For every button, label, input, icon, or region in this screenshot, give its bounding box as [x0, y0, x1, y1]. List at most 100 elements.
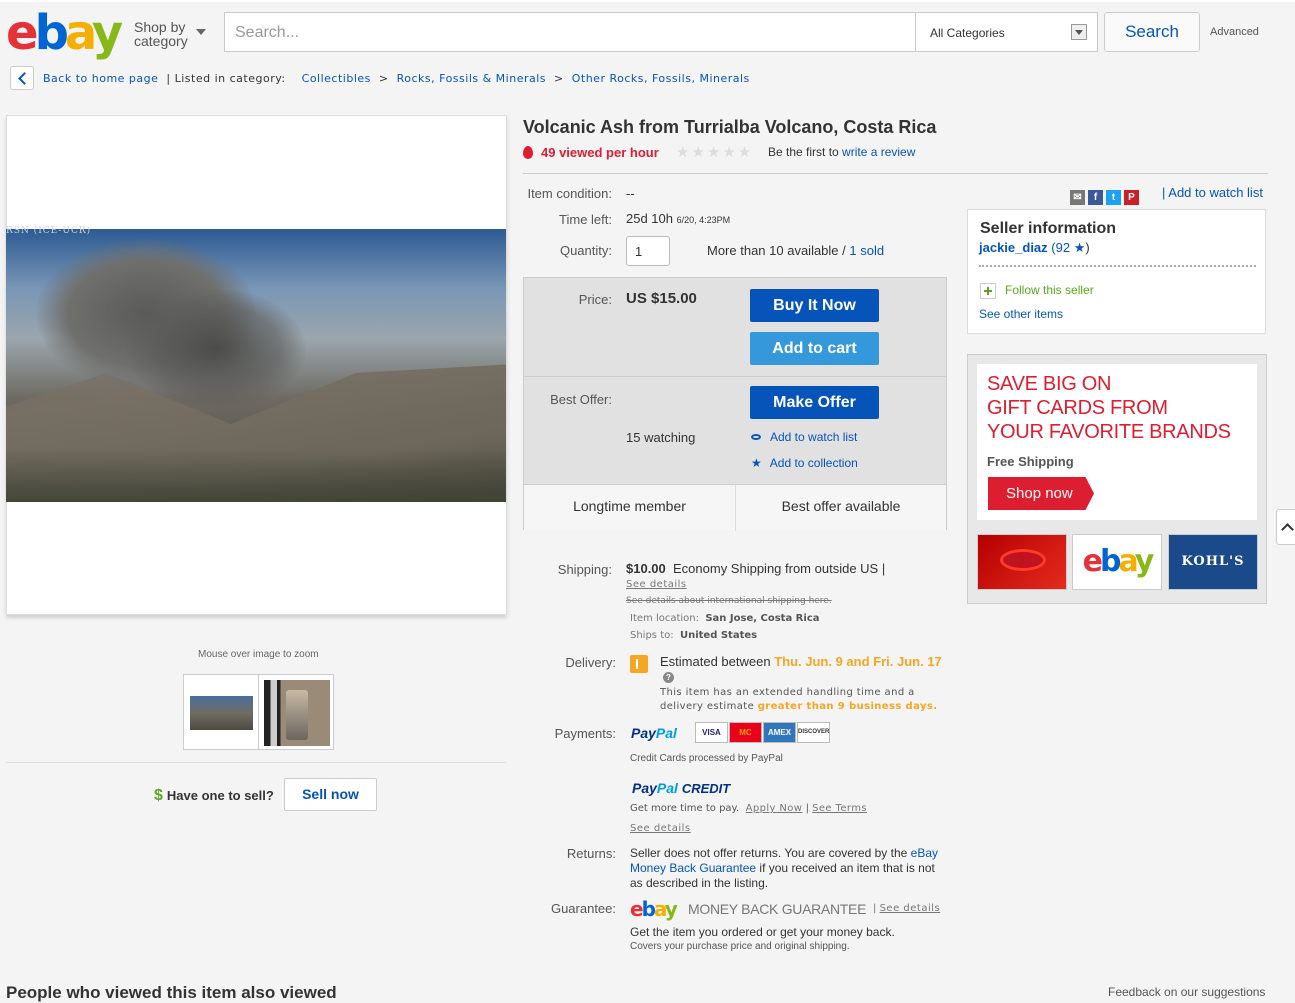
breadcrumb: Back to home page | Listed in category: … — [43, 72, 754, 85]
buy-it-now-button[interactable]: Buy It Now — [750, 289, 879, 322]
share-icons: ✉ f t P — [1070, 185, 1142, 205]
guarantee-see-details-link[interactable]: See details — [880, 903, 941, 914]
chevron-down-icon — [196, 29, 206, 35]
see-terms-link[interactable]: See Terms — [812, 803, 867, 814]
sold-link[interactable]: 1 sold — [849, 243, 884, 258]
scroll-to-top-button[interactable] — [1276, 509, 1295, 545]
back-arrow-icon[interactable] — [10, 66, 34, 90]
price-label: Price: — [578, 292, 612, 307]
breadcrumb-separator: > — [554, 72, 564, 85]
help-icon[interactable]: ? — [663, 672, 674, 683]
feature-best-offer: Best offer available — [781, 498, 901, 514]
twitter-icon[interactable]: t — [1106, 190, 1121, 205]
dollar-icon: $ — [154, 787, 163, 804]
top-border — [0, 0, 1295, 2]
dotted-divider — [979, 265, 1256, 267]
kohls-gift-card[interactable]: KOHL'S — [1168, 534, 1258, 590]
also-viewed-heading: People who viewed this item also viewed — [6, 983, 337, 1002]
returns-label: Returns: — [566, 846, 616, 861]
card-logos: VISA MC AMEX DISCOVER — [695, 722, 831, 743]
apply-now-link[interactable]: Apply Now — [746, 803, 803, 814]
make-offer-button[interactable]: Make Offer — [750, 386, 879, 419]
ad-headline: SAVE BIG ON GIFT CARDS FROM YOUR FAVORITE … — [987, 373, 1231, 443]
paypal-credit-logo: PayPal CREDIT — [632, 780, 731, 796]
pinterest-icon[interactable]: P — [1124, 190, 1139, 205]
add-to-watch-list-button[interactable]: Add to watch list — [751, 430, 857, 444]
add-to-cart-button[interactable]: Add to cart — [750, 332, 879, 365]
quantity-label: Quantity: — [559, 243, 612, 258]
advanced-search-link[interactable]: Advanced — [1210, 26, 1259, 38]
discover-icon: DISCOVER — [797, 722, 830, 743]
zoom-hint: Mouse over image to zoom — [198, 649, 319, 660]
condition-value: -- — [626, 186, 635, 201]
guarantee-coverage: Covers your purchase price and original … — [630, 941, 850, 952]
money-back-guarantee-text: MONEY BACK GUARANTEE — [688, 901, 867, 917]
write-review-link[interactable]: write a review — [842, 145, 915, 159]
payments-label: Payments: — [554, 726, 616, 741]
category-select[interactable]: All Categories — [915, 12, 1098, 52]
divider — [523, 173, 1268, 174]
star-icon: ★ — [1073, 240, 1086, 255]
delivery-label: Delivery: — [565, 655, 616, 670]
breadcrumb-collectibles[interactable]: Collectibles — [302, 72, 371, 85]
thumbnail-jars[interactable] — [258, 674, 334, 750]
shipping-see-details-link[interactable]: See details — [626, 579, 687, 590]
shipping-label: Shipping: — [557, 562, 612, 577]
feature-longtime-member: Longtime member — [573, 498, 686, 514]
returns-policy: Seller does not offer returns. You are c… — [630, 846, 938, 890]
shop-by-category-button[interactable]: Shop by category — [134, 19, 206, 49]
quantity-input[interactable]: 1 — [626, 236, 670, 266]
plus-icon[interactable] — [980, 283, 996, 299]
availability: More than 10 available / 1 sold — [707, 243, 885, 258]
email-icon[interactable]: ✉ — [1070, 190, 1085, 205]
follow-seller-link[interactable]: Follow this seller — [1005, 283, 1094, 297]
mastercard-icon: MC — [729, 722, 762, 743]
price-value: US $15.00 — [626, 290, 697, 307]
handling-note: This item has an extended handling time … — [660, 687, 938, 712]
ships-to: Ships to: United States — [630, 630, 758, 641]
search-input[interactable]: Search... — [224, 12, 916, 52]
delivery-estimate: Estimated between Thu. Jun. 9 and Fri. J… — [660, 654, 942, 669]
chilis-gift-card[interactable] — [977, 534, 1067, 590]
flag-icon — [630, 655, 648, 673]
first-review: Be the first to write a review — [768, 145, 916, 159]
search-button[interactable]: Search — [1104, 12, 1200, 52]
payments-see-details-link[interactable]: See details — [630, 823, 691, 834]
add-to-watch-list-link[interactable]: | Add to watch list — [1162, 185, 1263, 200]
cc-processed-note: Credit Cards processed by PayPal — [630, 753, 783, 764]
ebay-gift-card[interactable]: ebay — [1072, 534, 1162, 590]
photo-overlay-text: RSN (ICE-UCR) — [6, 226, 92, 236]
ebay-logo[interactable]: ebay — [6, 7, 123, 59]
best-offer-label: Best Offer: — [550, 392, 612, 407]
divider — [6, 762, 506, 763]
shop-by-label: Shop by — [134, 19, 186, 35]
seller-info-heading: Seller information — [980, 220, 1117, 237]
thumbnail-volcano[interactable] — [183, 674, 259, 750]
breadcrumb-other-rocks[interactable]: Other Rocks, Fossils, Minerals — [572, 72, 750, 85]
breadcrumb-separator: > — [378, 72, 389, 85]
guarantee-label: Guarantee: — [550, 901, 616, 916]
item-title: Volcanic Ash from Turrialba Volcano, Cos… — [523, 117, 937, 137]
views-per-hour: 49 viewed per hour — [523, 145, 659, 160]
rating-stars[interactable]: ★★★★★ — [676, 143, 753, 161]
international-shipping-note: See details about international shipping… — [626, 596, 832, 606]
category-label: category — [134, 33, 188, 49]
back-home-link[interactable]: Back to home page — [43, 72, 158, 85]
ad-shop-now-button[interactable]: Shop now — [988, 477, 1094, 510]
listed-in-label: | Listed in category: — [166, 72, 286, 85]
see-other-items-link[interactable]: See other items — [979, 307, 1063, 321]
guarantee-promise: Get the item you ordered or get your mon… — [630, 925, 895, 939]
add-to-collection-button[interactable]: ★ Add to collection — [751, 456, 858, 470]
paypal-credit-note: Get more time to pay. Apply Now | See Te… — [630, 803, 868, 814]
facebook-icon[interactable]: f — [1088, 190, 1103, 205]
eye-icon — [751, 434, 761, 440]
ebay-guarantee-logo: ebay — [630, 897, 678, 921]
feedback-suggestions-link[interactable]: Feedback on our suggestions — [1108, 985, 1265, 999]
seller-name[interactable]: jackie_diaz (92 ★) — [979, 240, 1090, 256]
sell-now-button[interactable]: Sell now — [284, 778, 377, 811]
volcano-photo[interactable] — [6, 229, 506, 502]
amex-icon: AMEX — [763, 722, 796, 743]
have-one-to-sell: $ Have one to sell? — [154, 787, 274, 804]
condition-label: Item condition: — [527, 186, 612, 201]
breadcrumb-rocks[interactable]: Rocks, Fossils & Minerals — [397, 72, 546, 85]
